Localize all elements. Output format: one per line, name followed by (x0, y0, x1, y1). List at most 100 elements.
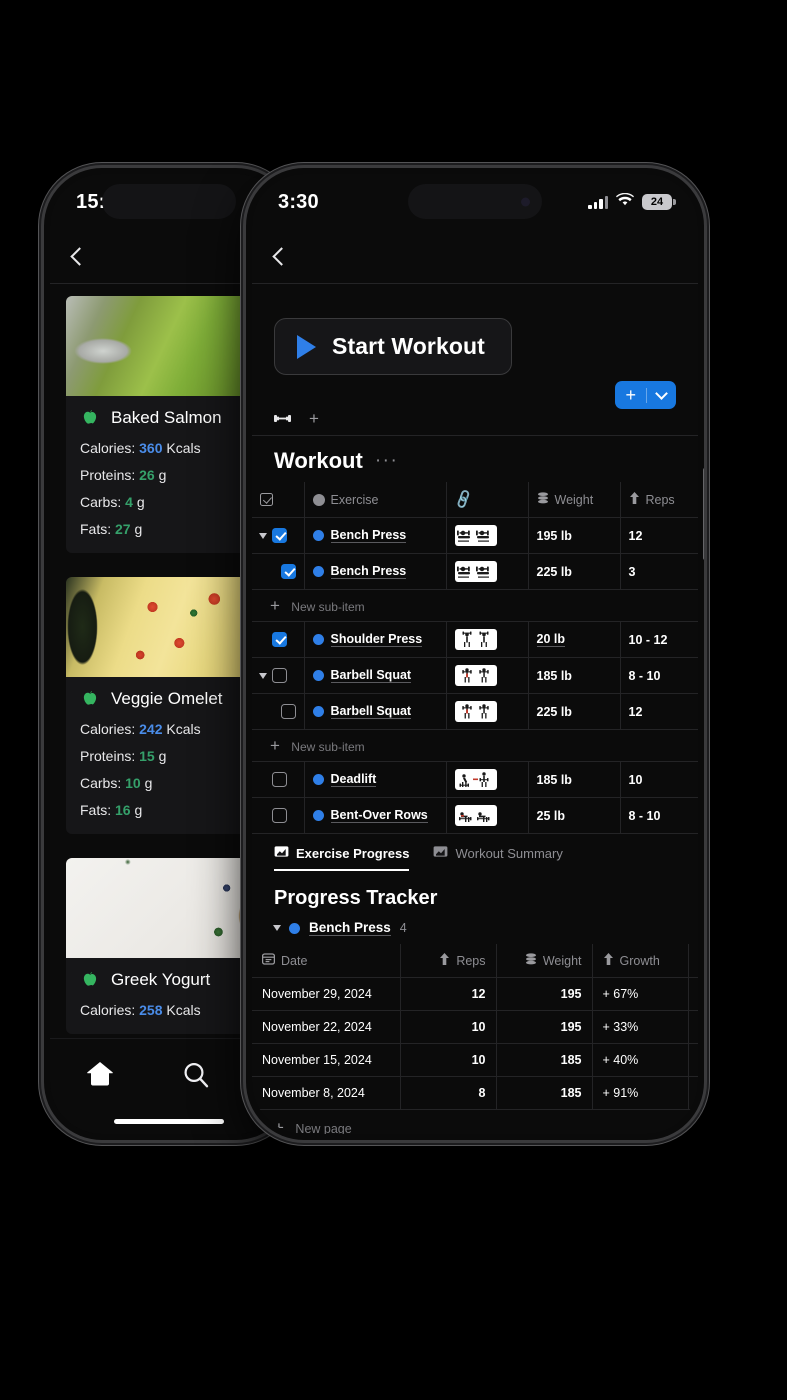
table-row[interactable]: November 22, 2024 10 195 + 33% (252, 1010, 698, 1044)
table-row[interactable]: November 29, 2024 12 195 + 67% (252, 977, 698, 1011)
table-row[interactable]: November 8, 2024 8 185 + 91% (252, 1076, 698, 1109)
row-weight-cell[interactable]: 225 lb (528, 693, 621, 730)
row-reps-cell[interactable]: 8 - 10 (620, 797, 698, 833)
tab-exercise-progress[interactable]: Exercise Progress (274, 845, 410, 871)
add-options-button[interactable] (646, 386, 676, 403)
front-dynamic-island (408, 184, 542, 219)
row-exercise-cell[interactable]: Barbell Squat (304, 657, 447, 694)
row-exercise-cell[interactable]: Bench Press (304, 553, 447, 590)
home-icon[interactable] (84, 1059, 116, 1094)
search-icon[interactable] (180, 1059, 212, 1096)
arrow-up-icon (603, 953, 614, 968)
row-check-cell[interactable] (252, 657, 305, 694)
row-thumb-cell[interactable] (446, 517, 529, 554)
progress-growth: + 67% (592, 977, 689, 1011)
column-header-date[interactable]: Date (252, 944, 401, 978)
expand-triangle-icon[interactable] (259, 532, 267, 539)
row-thumb-cell[interactable] (446, 553, 529, 590)
column-header-reps[interactable]: Reps (400, 944, 497, 978)
list-item[interactable]: Veggie Omelet Calories: 242 Kcals Protei… (66, 577, 272, 834)
row-exercise-cell[interactable]: Bent-Over Rows (304, 797, 447, 833)
table-row[interactable]: November 15, 2024 10 185 + 40% (252, 1043, 698, 1077)
battery-icon: 24 (642, 194, 676, 210)
list-item[interactable]: Baked Salmon Calories: 360 Kcals Protein… (66, 296, 272, 553)
column-header-check[interactable] (252, 482, 305, 518)
row-thumb-cell[interactable] (446, 621, 529, 658)
progress-tracker-title: Progress Tracker (274, 887, 438, 909)
table-row[interactable]: Deadlift 185 lb 10 (252, 761, 698, 798)
chevron-down-icon (655, 386, 668, 400)
tab-workout-summary[interactable]: Workout Summary (433, 845, 563, 871)
row-exercise-cell[interactable]: Deadlift (304, 761, 447, 798)
column-header-weight[interactable]: Weight (496, 944, 593, 978)
table-row[interactable]: Barbell Squat 185 lb 8 - 10 (252, 657, 698, 694)
row-checkbox[interactable] (281, 704, 296, 719)
column-header-growth[interactable]: Growth (592, 944, 689, 978)
expand-triangle-icon[interactable] (259, 672, 267, 679)
reps-value: 12 (628, 704, 643, 719)
progress-group-header[interactable]: Bench Press 4 (252, 920, 698, 944)
row-weight-cell[interactable]: 195 lb (528, 517, 621, 554)
new-sub-item-cell[interactable]: + New sub-item (252, 729, 698, 762)
row-exercise-cell[interactable]: Bench Press (304, 517, 447, 554)
row-checkbox[interactable] (272, 772, 287, 787)
more-options-icon[interactable]: ··· (375, 451, 398, 471)
row-weight-cell[interactable]: 185 lb (528, 761, 621, 798)
row-exercise-cell[interactable]: Shoulder Press (304, 621, 447, 658)
power-button[interactable] (703, 468, 704, 560)
row-check-cell[interactable] (252, 761, 305, 798)
new-sub-item-cell[interactable]: + New sub-item (252, 589, 698, 622)
add-block-control[interactable]: + (615, 381, 676, 409)
row-thumb-cell[interactable] (446, 797, 529, 833)
progress-date: November 8, 2024 (252, 1076, 401, 1109)
column-label: Exercise (330, 492, 379, 507)
new-sub-item-row[interactable]: + New sub-item (252, 589, 698, 622)
battery-level: 24 (650, 196, 664, 208)
add-button[interactable]: + (615, 381, 646, 409)
row-reps-cell[interactable]: 12 (620, 693, 698, 730)
table-row[interactable]: Bent-Over Rows 25 lb 8 - 10 (252, 797, 698, 833)
row-reps-cell[interactable]: 10 - 12 (620, 621, 698, 658)
column-header-link[interactable]: 🔗 (446, 482, 529, 518)
row-check-cell[interactable] (252, 553, 305, 590)
row-thumb-cell[interactable] (446, 657, 529, 694)
row-check-cell[interactable] (252, 797, 305, 833)
row-check-cell[interactable] (252, 621, 305, 658)
row-check-cell[interactable] (252, 693, 305, 730)
table-row[interactable]: Bench Press 195 lb 12 (252, 517, 698, 554)
table-row[interactable]: Shoulder Press 20 lb 10 - 12 (252, 621, 698, 658)
row-reps-cell[interactable]: 8 - 10 (620, 657, 698, 694)
row-reps-cell[interactable]: 3 (620, 553, 698, 590)
row-check-cell[interactable] (252, 517, 305, 554)
row-checkbox[interactable] (272, 632, 287, 647)
expand-triangle-icon[interactable] (273, 925, 281, 931)
row-checkbox[interactable] (272, 808, 287, 823)
row-checkbox[interactable] (272, 668, 287, 683)
row-thumb-cell[interactable] (446, 761, 529, 798)
dumbbell-icon[interactable] (274, 413, 291, 424)
chevron-left-icon[interactable] (70, 247, 81, 267)
green-apple-icon (80, 970, 100, 990)
row-weight-cell[interactable]: 225 lb (528, 553, 621, 590)
add-inline-button[interactable]: + (309, 410, 319, 427)
new-page-row[interactable]: + New page (252, 1109, 698, 1134)
row-weight-cell[interactable]: 25 lb (528, 797, 621, 833)
column-header-reps[interactable]: Reps (620, 482, 698, 518)
chevron-left-icon[interactable] (272, 247, 283, 267)
row-weight-cell[interactable]: 20 lb (528, 621, 621, 658)
row-exercise-cell[interactable]: Barbell Squat (304, 693, 447, 730)
row-checkbox[interactable] (281, 564, 296, 579)
row-weight-cell[interactable]: 185 lb (528, 657, 621, 694)
column-header-weight[interactable]: Weight (528, 482, 621, 518)
column-header-exercise[interactable]: Exercise (304, 482, 447, 518)
table-row[interactable]: Bench Press 225 lb 3 (252, 553, 698, 590)
row-checkbox[interactable] (272, 528, 287, 543)
row-thumb-cell[interactable] (446, 693, 529, 730)
table-row[interactable]: Barbell Squat 225 lb 12 (252, 693, 698, 730)
row-reps-cell[interactable]: 10 (620, 761, 698, 798)
row-reps-cell[interactable]: 12 (620, 517, 698, 554)
status-indicators: 24 (588, 192, 676, 211)
list-item[interactable]: Greek Yogurt Calories: 258 Kcals (66, 858, 272, 1034)
new-sub-item-row[interactable]: + New sub-item (252, 729, 698, 762)
start-workout-button[interactable]: Start Workout (274, 318, 512, 375)
